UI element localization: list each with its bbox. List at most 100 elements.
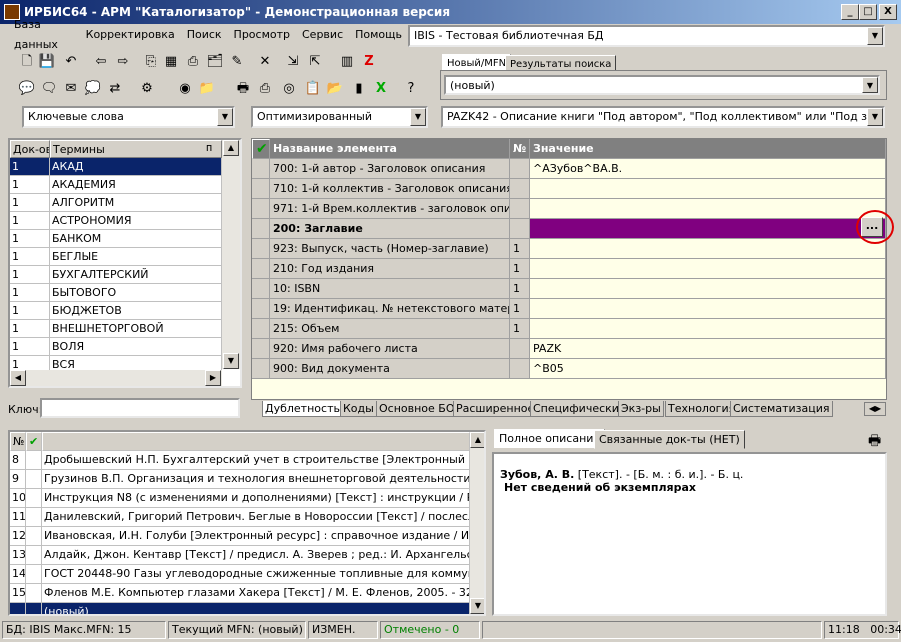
tab-5[interactable]: Специфические: [530, 401, 629, 417]
globus-icon[interactable]: ◎: [280, 80, 298, 98]
scroll-up-icon[interactable]: ▲: [223, 140, 239, 156]
term-count[interactable]: 1: [10, 230, 50, 248]
scroll-down-icon[interactable]: ▼: [470, 598, 484, 614]
record-number[interactable]: 8: [10, 451, 26, 470]
field-name[interactable]: 19: Идентификац. № нетекстового материал…: [270, 299, 510, 319]
term-count[interactable]: 1: [10, 266, 50, 284]
worksheet-grid[interactable]: ✔ Название элемента № Значение 700: 1-й …: [251, 138, 887, 400]
field-value[interactable]: [530, 239, 886, 259]
help-icon[interactable]: ?: [402, 80, 420, 98]
record-description[interactable]: ГОСТ 20448-90 Газы углеводородные сжижен…: [42, 565, 470, 584]
records-header-check[interactable]: ✔: [26, 432, 42, 451]
row-marker[interactable]: [252, 279, 270, 299]
term-text[interactable]: БЮДЖЕТОВ: [50, 302, 222, 320]
forward-icon[interactable]: ⇨: [114, 53, 132, 71]
field-name[interactable]: 920: Имя рабочего листа: [270, 339, 510, 359]
term-count[interactable]: 1: [10, 158, 50, 176]
search-type-select[interactable]: Ключевые слова ▼: [22, 106, 235, 128]
chevron-down-icon[interactable]: ▼: [862, 77, 878, 93]
grid-header-num[interactable]: №: [510, 139, 530, 159]
record-checkbox[interactable]: [26, 527, 42, 546]
term-count[interactable]: 1: [10, 248, 50, 266]
field-name[interactable]: 10: ISBN: [270, 279, 510, 299]
menu-database[interactable]: База данных: [8, 15, 80, 55]
tree-icon[interactable]: 🗂: [206, 53, 224, 71]
field-value[interactable]: ^AЗубов^BА.В.: [530, 159, 886, 179]
field-name[interactable]: 971: 1-й Врем.коллектив - заголовок опис…: [270, 199, 510, 219]
excel-icon[interactable]: X: [372, 80, 390, 98]
comment-icon[interactable]: 💬: [18, 80, 36, 98]
check-icon[interactable]: ✔: [252, 139, 270, 159]
scroll-up-icon[interactable]: ▲: [470, 432, 484, 448]
view-icon[interactable]: ◉: [176, 80, 194, 98]
record-checkbox[interactable]: [26, 546, 42, 565]
record-number[interactable]: 12: [10, 527, 26, 546]
import-icon[interactable]: ⇲: [284, 53, 302, 71]
terms-header-docs[interactable]: Док-ов: [10, 140, 50, 158]
close-button[interactable]: X: [879, 4, 897, 20]
field-name[interactable]: 900: Вид документа: [270, 359, 510, 379]
menu-search[interactable]: Поиск: [181, 25, 228, 45]
tab-7[interactable]: Технология: [665, 401, 739, 417]
field-value[interactable]: [530, 179, 886, 199]
field-value[interactable]: [530, 199, 886, 219]
row-marker[interactable]: [252, 339, 270, 359]
row-marker[interactable]: [252, 259, 270, 279]
row-marker[interactable]: [252, 319, 270, 339]
row-marker[interactable]: [252, 199, 270, 219]
term-text[interactable]: АКАД: [50, 158, 222, 176]
field-name[interactable]: 210: Год издания: [270, 259, 510, 279]
term-count[interactable]: 1: [10, 320, 50, 338]
menu-help[interactable]: Помощь: [349, 25, 408, 45]
chevron-down-icon[interactable]: ▼: [867, 27, 883, 45]
record-number[interactable]: 13: [10, 546, 26, 565]
record-number[interactable]: 14: [10, 565, 26, 584]
worksheet-select[interactable]: PAZK42 - Описание книги "Под автором", "…: [441, 106, 885, 128]
record-description[interactable]: Алдайк, Джон. Кентавр [Текст] / предисл.…: [42, 546, 470, 565]
move-icon[interactable]: ⇄: [106, 80, 124, 98]
record-number[interactable]: 10: [10, 489, 26, 508]
record-checkbox[interactable]: [26, 470, 42, 489]
terms-table[interactable]: Док-ов Термины ᴨ 1 АКАД 1 АКАДЕМИЯ 1 АЛГОРИТМ…: [8, 138, 242, 388]
term-count[interactable]: 1: [10, 284, 50, 302]
print2-icon[interactable]: 🖶: [234, 80, 252, 98]
tab-4[interactable]: Расширенное: [453, 401, 538, 417]
records-table[interactable]: № ✔ 8 Дробышевский Н.П. Бухгалтерский уче…: [8, 430, 486, 616]
row-marker[interactable]: [252, 179, 270, 199]
record-number[interactable]: 15: [10, 584, 26, 603]
record-description[interactable]: Грузинов В.П. Организация и технология в…: [42, 470, 470, 489]
term-count[interactable]: 1: [10, 212, 50, 230]
record-number[interactable]: 9: [10, 470, 26, 489]
terms-vscroll[interactable]: ▲ ▼: [222, 140, 240, 369]
grid-header-value[interactable]: Значение: [530, 139, 886, 159]
record-checkbox[interactable]: [26, 603, 42, 614]
key-input[interactable]: [40, 398, 240, 418]
search-mode-select[interactable]: Оптимизированный ▼: [251, 106, 428, 128]
tab-3[interactable]: Основное БО: [376, 401, 458, 417]
term-text[interactable]: ВНЕШНЕТОРГОВОЙ: [50, 320, 222, 338]
minimize-button[interactable]: _: [841, 4, 859, 20]
tab-8[interactable]: Систематизация: [730, 401, 833, 417]
mail-icon[interactable]: ✉: [62, 80, 80, 98]
scroll-down-icon[interactable]: ▼: [223, 353, 239, 369]
field-value[interactable]: [530, 259, 886, 279]
chat-icon[interactable]: 💭: [84, 80, 102, 98]
table-icon[interactable]: ▦: [162, 53, 180, 71]
field-value[interactable]: [530, 219, 886, 239]
export-icon[interactable]: ⇱: [306, 53, 324, 71]
edit-icon[interactable]: ✎: [228, 53, 246, 71]
scroll-left-icon[interactable]: ◀: [10, 370, 26, 386]
field-name[interactable]: 923: Выпуск, часть (Номер-заглавие): [270, 239, 510, 259]
term-text[interactable]: АСТРОНОМИЯ: [50, 212, 222, 230]
print-icon[interactable]: ⎙: [184, 53, 202, 71]
term-text[interactable]: БАНКОМ: [50, 230, 222, 248]
printer3-icon[interactable]: ⎙: [256, 80, 274, 98]
new-record-icon[interactable]: 🗋: [18, 53, 36, 71]
tab-1[interactable]: Дублетность: [262, 401, 343, 417]
term-count[interactable]: 1: [10, 176, 50, 194]
record-checkbox[interactable]: [26, 489, 42, 508]
field-value[interactable]: ^B05: [530, 359, 886, 379]
record-number[interactable]: [10, 603, 26, 614]
term-count[interactable]: 1: [10, 302, 50, 320]
row-marker[interactable]: [252, 359, 270, 379]
